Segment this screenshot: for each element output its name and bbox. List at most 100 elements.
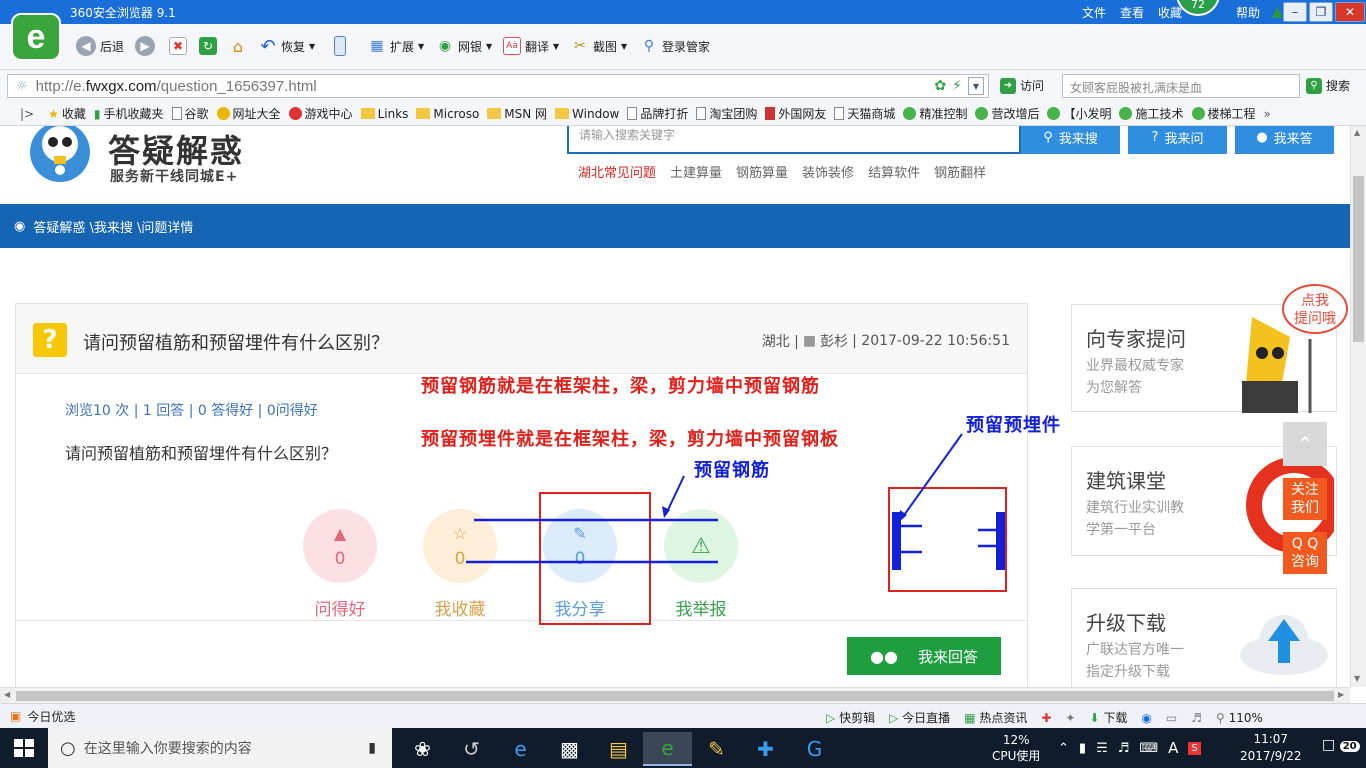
tray-expand-icon[interactable]: ⌃ bbox=[1058, 741, 1069, 756]
bookmark-invention[interactable]: 【小发明 bbox=[1047, 105, 1111, 122]
bookmark-brand-discount[interactable]: 品牌打折 bbox=[627, 105, 688, 122]
minimize-button[interactable]: – bbox=[1283, 2, 1307, 22]
address-dropdown-icon[interactable]: ▼ bbox=[968, 77, 984, 95]
page-icon bbox=[171, 107, 182, 120]
browser-logo-icon[interactable]: e bbox=[11, 13, 61, 61]
bookmark-msn[interactable]: MSN 网 bbox=[487, 105, 547, 122]
restore-button[interactable]: ↶ 恢复 ▼ bbox=[259, 35, 315, 57]
url-text[interactable]: http://e.fwxgx.com/question_1656397.html bbox=[36, 78, 317, 95]
bookmark-google[interactable]: 谷歌 bbox=[171, 105, 209, 122]
address-bar[interactable]: ☼ http://e.fwxgx.com/question_1656397.ht… bbox=[7, 74, 989, 98]
sogou-ime-icon[interactable]: S bbox=[1188, 741, 1201, 755]
go-button[interactable]: ➜ 访问 bbox=[1000, 77, 1044, 94]
bookmark-game-center[interactable]: 游戏中心 bbox=[288, 105, 353, 122]
bookmark-construction[interactable]: 施工技术 bbox=[1119, 105, 1184, 122]
bookmark-links[interactable]: Links bbox=[360, 107, 408, 121]
mobile-button[interactable] bbox=[334, 35, 346, 57]
taskbar-clock[interactable]: 11:07 2017/9/22 bbox=[1240, 731, 1302, 765]
status-download[interactable]: ⬇ 下载 bbox=[1089, 709, 1127, 726]
translate-button[interactable]: Aa 翻译 ▼ bbox=[503, 35, 559, 57]
forward-arrow-icon: ▶ bbox=[135, 36, 155, 56]
flag-icon bbox=[765, 107, 776, 120]
browser-search-button[interactable]: ⚲ 搜索 bbox=[1306, 77, 1350, 94]
bookmark-web-directory[interactable]: 网址大全 bbox=[216, 105, 281, 122]
menu-view[interactable]: 查看 bbox=[1120, 4, 1144, 21]
browser-search-input[interactable]: 女顾客屁股被扎满床是血 bbox=[1062, 74, 1300, 98]
maximize-button[interactable]: ❐ bbox=[1309, 2, 1333, 22]
network-icon[interactable]: ☴ bbox=[1096, 741, 1108, 756]
live-icon: ▷ bbox=[889, 711, 899, 725]
taskbar-app-swirl[interactable]: ↺ bbox=[447, 732, 496, 766]
more-bookmarks-icon[interactable]: » bbox=[1264, 107, 1271, 121]
status-quick-clip[interactable]: ▷ 快剪辑 bbox=[826, 709, 875, 726]
taskbar-app-pinwheel[interactable]: ❀ bbox=[398, 732, 447, 766]
bookmark-vat-reform[interactable]: 营改增后 bbox=[975, 105, 1039, 122]
annotation-rebar-box bbox=[539, 492, 651, 625]
taskbar-search-input[interactable]: ○ 在这里输入你要搜索的内容 ▮ bbox=[48, 728, 392, 768]
vertical-scroll-thumb[interactable] bbox=[1353, 176, 1364, 342]
bookmark-windows[interactable]: Window bbox=[555, 107, 619, 121]
taskbar-app-tool[interactable]: ✚ bbox=[741, 732, 790, 766]
menu-file[interactable]: 文件 bbox=[1082, 4, 1106, 21]
play-icon: ▷ bbox=[826, 711, 836, 725]
bookmark-microsoft[interactable]: Microso bbox=[416, 107, 479, 121]
page-icon bbox=[834, 107, 845, 120]
gift-icon: ▣ bbox=[10, 709, 22, 723]
login-manager-button[interactable]: ⚲ 登录管家 bbox=[640, 35, 710, 57]
refresh-button[interactable]: ↻ bbox=[199, 35, 217, 57]
close-button[interactable]: ✕ bbox=[1335, 2, 1365, 22]
taskbar-app-edge[interactable]: e bbox=[496, 732, 545, 766]
notification-center[interactable]: □ 20 bbox=[1322, 737, 1360, 753]
status-news[interactable]: ▦ 热点资讯 bbox=[964, 709, 1027, 726]
menu-favorites[interactable]: 收藏 bbox=[1158, 4, 1182, 21]
speed-mode-icon[interactable]: ⚡ bbox=[952, 78, 962, 94]
home-button[interactable]: ⌂ bbox=[229, 35, 247, 57]
bookmark-tmall[interactable]: 天猫商城 bbox=[834, 105, 895, 122]
phone-icon: ▮ bbox=[93, 106, 101, 121]
extend-button[interactable]: ▦ 扩展 ▼ bbox=[368, 35, 424, 57]
ime-indicator[interactable]: A bbox=[1168, 739, 1178, 757]
notification-icon: □ bbox=[1322, 737, 1336, 753]
bookmark-foreign[interactable]: 外国网友 bbox=[765, 105, 826, 122]
forward-button[interactable]: ▶ bbox=[135, 35, 155, 57]
battery-icon[interactable]: ▮ bbox=[1079, 741, 1086, 756]
taskbar-app-360-browser[interactable]: e bbox=[643, 732, 692, 766]
security-icon[interactable]: ✿ bbox=[934, 78, 946, 94]
bank-button[interactable]: ◉ 网银 ▼ bbox=[436, 35, 492, 57]
horizontal-scroll-thumb[interactable] bbox=[16, 691, 1334, 701]
folder-icon bbox=[416, 108, 431, 119]
speaker-icon[interactable]: ♬ bbox=[1118, 741, 1130, 756]
status-live[interactable]: ▷ 今日直播 bbox=[889, 709, 950, 726]
bookmark-precise-control[interactable]: 精准控制 bbox=[903, 105, 967, 122]
keyboard-icon[interactable]: ⌨ bbox=[1139, 741, 1158, 756]
taskbar-app-store[interactable]: ▩ bbox=[545, 732, 594, 766]
taskbar-app-notes[interactable]: ✎ bbox=[692, 732, 741, 766]
bookmark-mobile[interactable]: ▮ 手机收藏夹 bbox=[94, 105, 164, 122]
menu-help[interactable]: 帮助 bbox=[1236, 4, 1260, 21]
taskbar-app-explorer[interactable]: ▤ bbox=[594, 732, 643, 766]
home-icon: ⌂ bbox=[232, 36, 244, 56]
today-picks[interactable]: ▣ 今日优选 bbox=[10, 708, 75, 725]
taskbar-app-glodon[interactable]: G bbox=[790, 732, 839, 766]
search-icon: ○ bbox=[60, 737, 76, 759]
cpu-meter[interactable]: 12% CPU使用 bbox=[992, 732, 1040, 764]
first-aid-icon[interactable]: ✚ bbox=[1041, 711, 1051, 725]
stop-button[interactable]: ✖ bbox=[169, 35, 187, 57]
bookmark-favorites[interactable]: ★ 收藏 bbox=[48, 105, 86, 122]
ie-icon[interactable]: ◉ bbox=[1141, 711, 1151, 725]
horizontal-scrollbar[interactable]: ◀ ▶ bbox=[0, 687, 1350, 703]
windows-start-icon[interactable] bbox=[14, 739, 34, 757]
sidebar-toggle-icon[interactable]: |> bbox=[20, 107, 34, 121]
bookmark-stairs[interactable]: 楼梯工程 bbox=[1191, 105, 1256, 122]
screenshot-button[interactable]: ✂ 截图 ▼ bbox=[571, 35, 627, 57]
status-bar: ▣ 今日优选 ▷ 快剪辑 ▷ 今日直播 ▦ 热点资讯 ✚ ✦ ⬇ 下载 ◉ ▭ … bbox=[0, 703, 1366, 728]
vertical-scrollbar[interactable]: ▲ ▼ bbox=[1350, 126, 1366, 687]
volume-icon[interactable]: ♬ bbox=[1191, 711, 1202, 725]
wechat-icon bbox=[1191, 107, 1205, 120]
bookmark-taobao[interactable]: 淘宝团购 bbox=[696, 105, 757, 122]
zoom-level[interactable]: ⚲ 110% bbox=[1216, 711, 1263, 725]
window-icon[interactable]: ▭ bbox=[1166, 711, 1177, 725]
back-button[interactable]: ◀ 后退 bbox=[76, 35, 124, 57]
pin-icon[interactable]: ✦ bbox=[1065, 711, 1075, 725]
page-viewport: 答疑解惑 服务新干线同城E+ 请输入搜索关键字 ⚲ 我来搜 ? 我来问 ● 我来答 湖… bbox=[0, 126, 1350, 687]
